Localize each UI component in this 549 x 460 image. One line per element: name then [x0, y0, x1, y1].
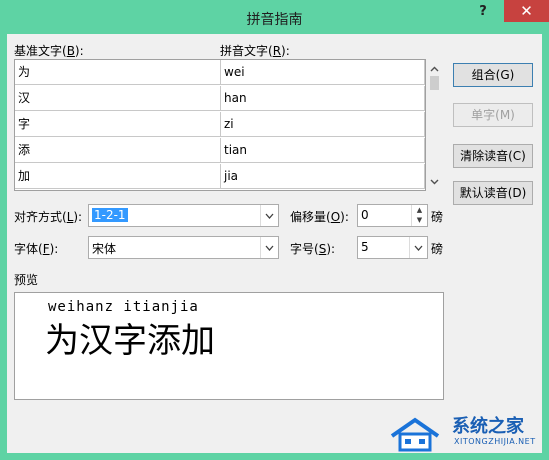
ruby-cell[interactable]: wei [221, 60, 425, 85]
close-button[interactable]: ✕ [504, 0, 549, 22]
title-bar: 拼音指南 ? ✕ [0, 0, 549, 34]
watermark-brand: 系统之家 [452, 416, 524, 437]
base-cell[interactable]: 汉 [15, 86, 221, 111]
size-unit: 磅 [431, 242, 444, 256]
base-cell[interactable]: 加 [15, 164, 221, 189]
ruby-text-label: 拼音文字(R): [220, 44, 290, 58]
preview-box: weihanz itianjia 为汉字添加 [14, 292, 444, 400]
chevron-down-icon[interactable] [260, 237, 278, 258]
ruby-cell[interactable]: tian [221, 138, 425, 163]
help-button[interactable]: ? [467, 0, 499, 22]
alignment-value: 1-2-1 [92, 208, 128, 222]
offset-stepper[interactable]: 0 ▲ ▼ [357, 204, 428, 227]
chevron-up-icon[interactable] [430, 63, 439, 72]
house-logo-icon [390, 417, 440, 452]
size-label: 字号(S): [290, 242, 336, 256]
chevron-up-icon[interactable]: ▲ [412, 205, 427, 215]
mono-button[interactable]: 单字(M) [453, 103, 533, 127]
font-label: 字体(F): [14, 242, 59, 256]
size-select[interactable]: 5 [357, 236, 428, 259]
size-value: 5 [361, 240, 369, 254]
offset-value: 0 [361, 208, 369, 222]
dialog-body: 基准文字(B): 拼音文字(R): 为 wei 汉 han 字 zi 添 tia… [7, 34, 542, 453]
watermark: 系统之家 XITONGZHIJIA.NET [388, 400, 549, 460]
offset-unit: 磅 [431, 210, 444, 224]
alignment-select[interactable]: 1-2-1 [88, 204, 279, 227]
base-cell[interactable]: 为 [15, 60, 221, 85]
watermark-url: XITONGZHIJIA.NET [454, 437, 536, 446]
ruby-grid: 为 wei 汉 han 字 zi 添 tian 加 jia [14, 59, 426, 191]
default-reading-button[interactable]: 默认读音(D) [453, 181, 533, 205]
chevron-down-icon[interactable]: ▼ [412, 215, 427, 225]
preview-label: 预览 [14, 273, 39, 287]
offset-label: 偏移量(O): [290, 210, 349, 224]
group-button[interactable]: 组合(G) [453, 63, 533, 87]
chevron-down-icon[interactable] [409, 237, 427, 258]
stepper-buttons[interactable]: ▲ ▼ [411, 205, 427, 226]
chevron-down-icon[interactable] [260, 205, 278, 226]
chevron-down-icon[interactable] [430, 175, 439, 185]
alignment-label: 对齐方式(L): [14, 210, 83, 224]
base-cell[interactable]: 字 [15, 112, 221, 137]
ruby-cell[interactable]: jia [221, 164, 425, 189]
preview-base-text: 为汉字添加 [45, 321, 215, 361]
grid-scrollbar[interactable] [426, 59, 443, 189]
base-text-label: 基准文字(B): [14, 44, 84, 58]
base-cell[interactable]: 添 [15, 138, 221, 163]
ruby-cell[interactable]: han [221, 86, 425, 111]
clear-reading-button[interactable]: 清除读音(C) [453, 144, 533, 168]
ruby-cell[interactable]: zi [221, 112, 425, 137]
scrollbar-thumb[interactable] [430, 76, 439, 90]
font-select[interactable]: 宋体 [88, 236, 279, 259]
font-value: 宋体 [92, 242, 117, 256]
